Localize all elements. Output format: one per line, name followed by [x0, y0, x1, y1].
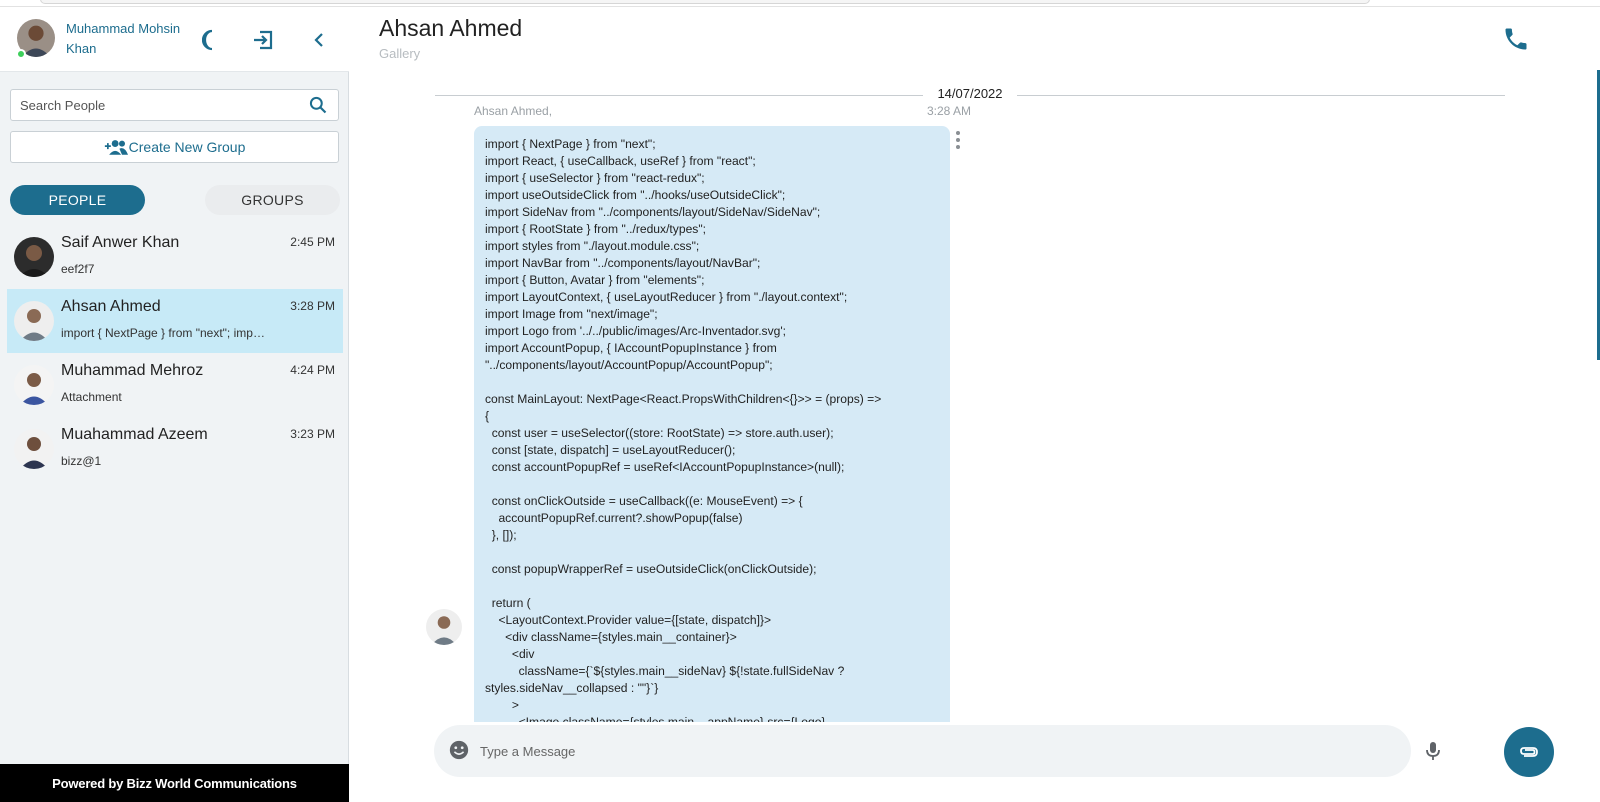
chat-subtitle[interactable]: Gallery	[379, 46, 420, 61]
group-add-icon	[104, 140, 128, 155]
message-input[interactable]	[480, 737, 1380, 765]
contact-row[interactable]: Saif Anwer Khan eef2f7 2:45 PM	[7, 225, 343, 289]
contact-avatar	[14, 365, 54, 405]
contact-time: 2:45 PM	[290, 235, 335, 249]
address-bar-edge	[40, 0, 1370, 4]
sidebar: Muhammad Mohsin Khan Create New Group PE…	[0, 7, 349, 802]
contact-preview: Attachment	[61, 390, 122, 404]
date-label: 14/07/2022	[937, 86, 1003, 101]
contact-row[interactable]: Muahammad Azeem bizz@1 3:23 PM	[7, 417, 343, 481]
search-input[interactable]	[20, 90, 300, 120]
attachment-button[interactable]	[1504, 727, 1554, 777]
moon-icon[interactable]	[201, 27, 227, 53]
browser-top-strip	[0, 0, 1600, 7]
emoji-icon[interactable]	[448, 739, 470, 761]
contact-name: Muahammad Azeem	[61, 426, 208, 443]
contact-name: Muhammad Mehroz	[61, 362, 204, 379]
contact-name: Ahsan Ahmed	[61, 298, 161, 315]
chat-header: Ahsan Ahmed Gallery	[350, 7, 1600, 71]
contact-preview: eef2f7	[61, 262, 95, 276]
contact-avatar	[14, 429, 54, 469]
search-box	[10, 89, 339, 121]
contact-preview: import { NextPage } from "next"; import …	[61, 326, 266, 340]
contact-time: 4:24 PM	[290, 363, 335, 377]
chevron-left-icon[interactable]	[306, 27, 332, 53]
tab-groups[interactable]: GROUPS	[205, 185, 340, 215]
contact-preview: bizz@1	[61, 454, 102, 468]
mic-icon[interactable]	[1421, 739, 1445, 763]
create-group-button[interactable]: Create New Group	[10, 131, 339, 163]
powered-by-footer: Powered by Bizz World Communications	[0, 764, 349, 802]
contact-time: 3:28 PM	[290, 299, 335, 313]
user-name: Muhammad Mohsin Khan	[66, 21, 181, 56]
contact-avatar	[14, 237, 54, 277]
more-options-icon[interactable]	[950, 129, 966, 151]
chat-title: Ahsan Ahmed	[379, 15, 523, 41]
contact-avatar	[14, 301, 54, 341]
message-avatar	[426, 609, 462, 645]
message-bubble[interactable]: import { NextPage } from "next"; import …	[474, 126, 950, 722]
phone-icon[interactable]	[1502, 25, 1530, 53]
tab-people[interactable]: PEOPLE	[10, 185, 145, 215]
online-status-dot	[16, 49, 26, 59]
logout-icon[interactable]	[250, 27, 276, 53]
contact-name: Saif Anwer Khan	[61, 234, 180, 251]
chat-panel: Ahsan Ahmed Gallery 14/07/2022 Ahsan Ahm…	[350, 7, 1600, 795]
message-composer	[434, 725, 1411, 777]
contact-time: 3:23 PM	[290, 427, 335, 441]
date-divider: 14/07/2022	[435, 85, 1505, 105]
message-time: 3:28 AM	[927, 104, 972, 118]
contact-row-active[interactable]: Ahsan Ahmed import { NextPage } from "ne…	[7, 289, 343, 353]
message-text: import { NextPage } from "next"; import …	[485, 137, 882, 722]
attachment-icon	[1520, 747, 1538, 757]
create-group-label: Create New Group	[128, 139, 246, 155]
search-icon[interactable]	[308, 95, 328, 115]
message-sender: Ahsan Ahmed,	[474, 104, 553, 118]
profile-header: Muhammad Mohsin Khan	[0, 7, 349, 72]
contact-row[interactable]: Muhammad Mehroz Attachment 4:24 PM	[7, 353, 343, 417]
